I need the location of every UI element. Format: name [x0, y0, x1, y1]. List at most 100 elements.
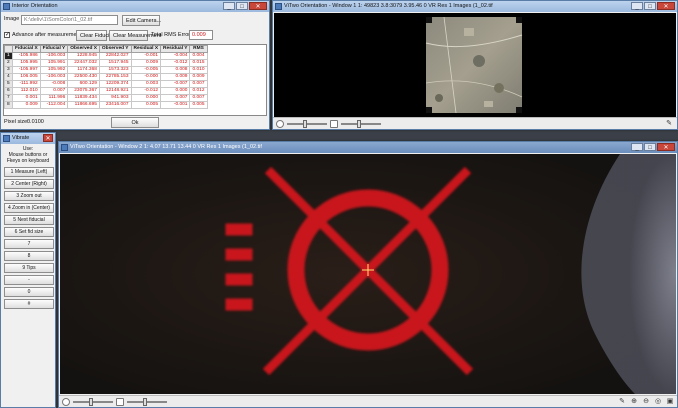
vibrate-button[interactable]: 2 Center (Right) — [4, 179, 54, 189]
pan-icon[interactable]: ✎ — [617, 397, 627, 407]
table-cell[interactable]: 0.000 — [160, 87, 191, 95]
row-header[interactable]: 3 — [4, 66, 13, 74]
vibrate-button[interactable]: 4 Zoom in (Center) — [4, 203, 54, 213]
vibrate-button[interactable]: 5 Next fiducial — [4, 215, 54, 225]
table-cell[interactable]: 0.005 — [130, 101, 162, 109]
table-row[interactable]: 8 0.009 -112.004 11866.695 23416.007 0.005 -0.… — [4, 101, 208, 109]
table-cell[interactable]: 105.995 — [12, 59, 41, 67]
viewer2-titlebar[interactable]: ViTwo Orientation - Window 2 1: 4.07 13.… — [59, 142, 677, 153]
row-header[interactable]: 2 — [4, 59, 13, 67]
row-header[interactable]: 6 — [4, 87, 13, 95]
reset-icon[interactable] — [116, 398, 124, 406]
table-cell[interactable]: 22785.153 — [98, 73, 132, 81]
contrast-slider[interactable] — [127, 401, 167, 403]
brightness-slider-knob[interactable] — [89, 398, 93, 406]
table-row[interactable]: 3 -105.997 105.992 1174.368 1573.323 -0.005 0.… — [4, 66, 208, 74]
ok-button[interactable]: Ok — [111, 117, 159, 128]
maximize-button[interactable]: □ — [236, 2, 248, 10]
table-cell[interactable]: -106.003 — [39, 52, 69, 60]
table-cell[interactable]: 0.010 — [189, 66, 208, 74]
vibrate-button[interactable]: 6 Set fid size — [4, 227, 54, 237]
row-header[interactable]: 5 — [4, 80, 13, 88]
table-cell[interactable]: 12148.921 — [98, 87, 132, 95]
viewer1-titlebar[interactable]: ViTwo Orientation - Window 1 1: 49823 3.… — [273, 1, 677, 12]
table-cell[interactable]: 0.007 — [160, 94, 191, 102]
table-cell[interactable]: 600.129 — [67, 80, 100, 88]
table-cell[interactable]: 22842.027 — [98, 52, 132, 60]
table-cell[interactable]: 0.009 — [130, 59, 162, 67]
vibrate-titlebar[interactable]: Vibrate ✕ — [1, 133, 55, 144]
clear-fiducial-button[interactable]: Clear Fiducial — [76, 30, 114, 41]
table-cell[interactable]: -0.005 — [130, 66, 162, 74]
brightness-slider[interactable] — [73, 401, 113, 403]
advance-checkbox[interactable]: ✓ — [4, 32, 10, 38]
table-cell[interactable]: 105.992 — [39, 66, 69, 74]
table-cell[interactable]: -0.012 — [130, 87, 162, 95]
table-row[interactable]: 7 0.001 111.996 11839.434 941.903 0.000 0.007 0… — [4, 94, 208, 102]
table-cell[interactable]: 1174.368 — [67, 66, 100, 74]
table-cell[interactable]: -112.004 — [39, 101, 69, 109]
table-cell[interactable]: 0.009 — [160, 73, 191, 81]
contrast-slider-knob[interactable] — [357, 120, 361, 128]
zoom-out-icon[interactable]: ⊖ — [641, 397, 651, 407]
brightness-slider[interactable] — [287, 123, 327, 125]
table-cell[interactable]: 0.004 — [189, 52, 208, 60]
zoom-in-icon[interactable]: ⊕ — [629, 397, 639, 407]
table-cell[interactable]: 11866.695 — [67, 101, 100, 109]
image-path-field[interactable]: K:\deliv\1\SomColor\1_02.tif — [21, 15, 118, 25]
table-cell[interactable]: -0.000 — [130, 73, 162, 81]
table-cell[interactable]: 106.005 — [12, 73, 41, 81]
table-cell[interactable]: 112.010 — [12, 87, 41, 95]
contrast-slider-knob[interactable] — [143, 398, 147, 406]
table-cell[interactable]: 0.009 — [189, 73, 208, 81]
row-header[interactable]: 4 — [4, 73, 13, 81]
table-cell[interactable]: 23075.367 — [67, 87, 100, 95]
vibrate-button[interactable]: 0 — [4, 287, 54, 297]
table-cell[interactable]: 0.005 — [189, 101, 208, 109]
table-cell[interactable]: -111.992 — [12, 80, 41, 88]
overview-canvas[interactable] — [274, 13, 676, 117]
table-cell[interactable]: 0.009 — [12, 101, 41, 109]
settings-icon[interactable]: ✎ — [664, 119, 674, 129]
contrast-icon[interactable] — [276, 120, 284, 128]
table-cell[interactable]: 105.991 — [39, 59, 69, 67]
zoom-canvas[interactable] — [60, 154, 676, 394]
table-cell[interactable]: 941.903 — [98, 94, 132, 102]
table-row[interactable]: 1 -105.986 -106.003 1228.945 22842.027 -0.001… — [4, 52, 208, 60]
minimize-button[interactable]: _ — [631, 2, 643, 10]
table-cell[interactable]: 0.007 — [189, 80, 208, 88]
edit-camera-button[interactable]: Edit Camera... — [122, 15, 161, 26]
table-cell[interactable]: 0.007 — [189, 94, 208, 102]
maximize-button[interactable]: □ — [644, 2, 656, 10]
vibrate-button[interactable]: 9 Tips — [4, 263, 54, 273]
vibrate-button[interactable]: - — [4, 275, 54, 285]
row-header[interactable]: 1 — [4, 52, 13, 60]
table-cell[interactable]: 1517.945 — [98, 59, 132, 67]
table-cell[interactable]: 0.003 — [130, 80, 162, 88]
vibrate-button[interactable]: 1 Measure (Left) — [4, 167, 54, 177]
row-header[interactable]: 7 — [4, 94, 13, 102]
minimize-button[interactable]: _ — [223, 2, 235, 10]
vibrate-button[interactable]: 3 Zoom out — [4, 191, 54, 201]
vibrate-button[interactable]: # — [4, 299, 54, 309]
brightness-slider-knob[interactable] — [303, 120, 307, 128]
table-cell[interactable]: -0.012 — [160, 59, 191, 67]
contrast-slider[interactable] — [341, 123, 381, 125]
row-header[interactable]: 8 — [4, 101, 13, 109]
table-row[interactable]: 4 106.005 -106.003 22500.430 22785.153 -0.000… — [4, 73, 208, 81]
table-cell[interactable]: 12209.374 — [98, 80, 132, 88]
table-cell[interactable]: 22447.032 — [67, 59, 100, 67]
table-cell[interactable]: -0.004 — [160, 52, 191, 60]
table-cell[interactable]: 111.996 — [39, 94, 69, 102]
fit-icon[interactable]: ◎ — [653, 397, 663, 407]
reset-icon[interactable] — [330, 120, 338, 128]
close-button[interactable]: ✕ — [43, 134, 53, 142]
table-cell[interactable]: 11839.434 — [67, 94, 100, 102]
table-cell[interactable]: 1573.323 — [98, 66, 132, 74]
table-cell[interactable]: -105.986 — [12, 52, 41, 60]
table-cell[interactable]: -105.997 — [12, 66, 41, 74]
table-row[interactable]: 2 105.995 105.991 22447.032 1517.945 0.009 -0.… — [4, 59, 208, 67]
table-cell[interactable]: -0.008 — [39, 80, 69, 88]
table-row[interactable]: 5 -111.992 -0.008 600.129 12209.374 0.003 -0.0… — [4, 80, 208, 88]
table-cell[interactable]: 0.008 — [160, 66, 191, 74]
